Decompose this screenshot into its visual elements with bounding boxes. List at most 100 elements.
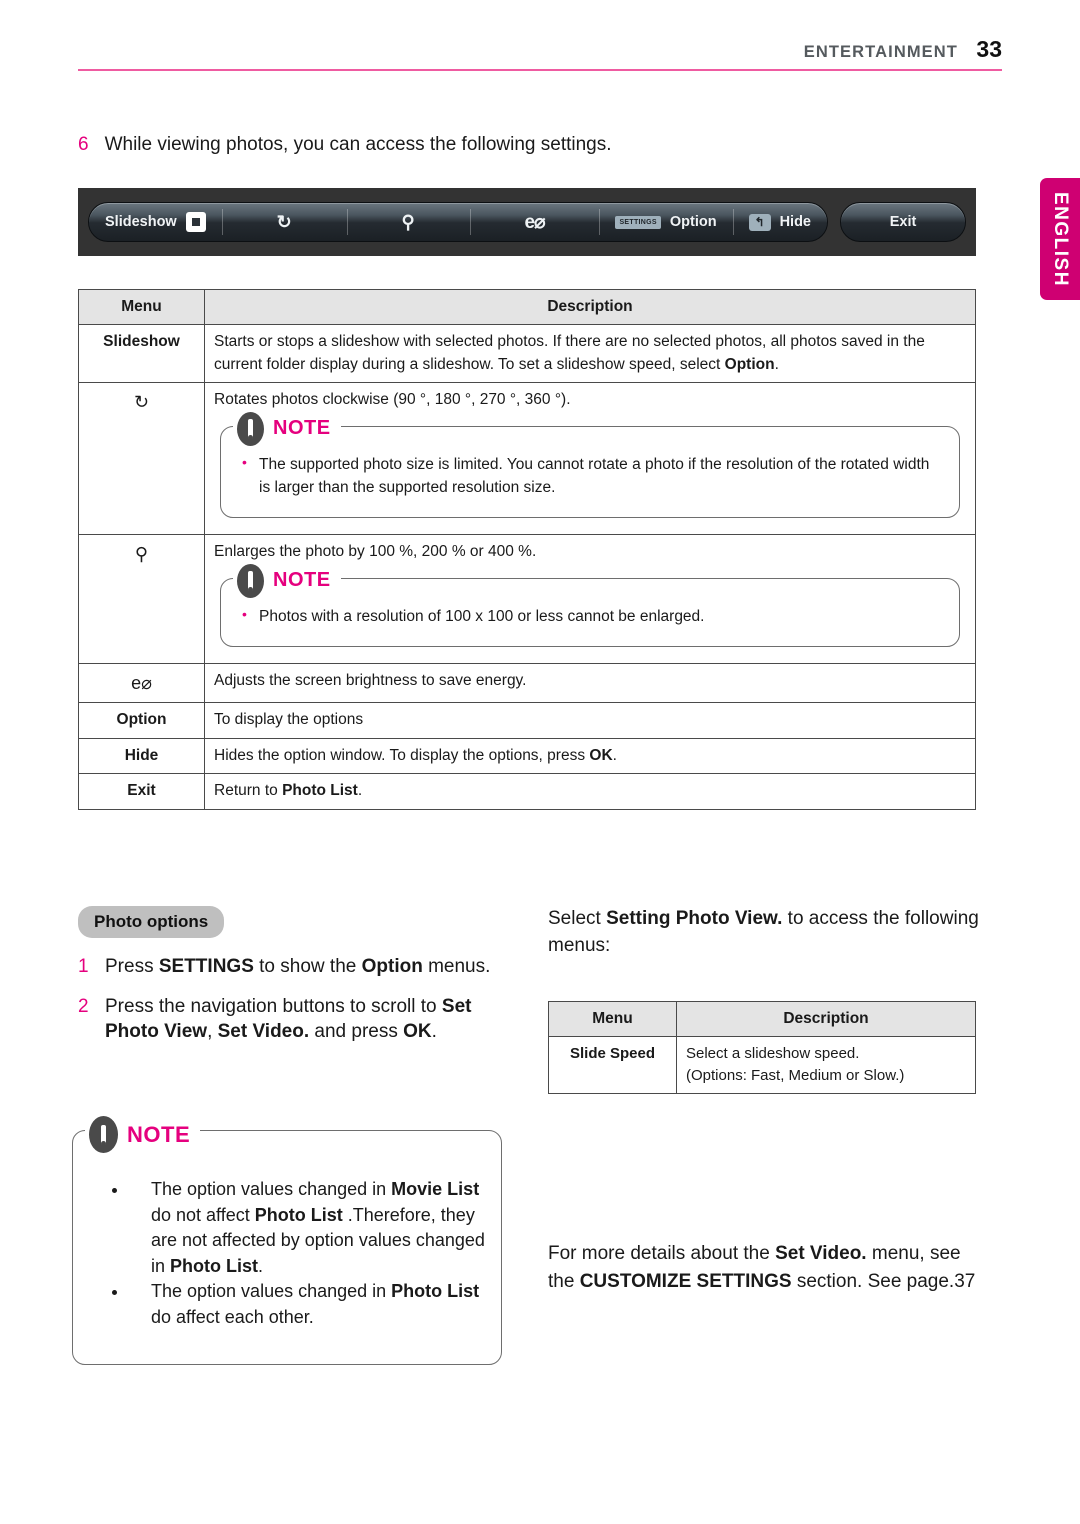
settings-badge-icon: SETTINGS	[615, 215, 661, 229]
side-column-header-menu: Menu	[548, 1000, 677, 1038]
description-cell: Select a slideshow speed. (Options: Fast,…	[676, 1036, 976, 1094]
photo-options-note: NOTE The option values changed in Movie …	[72, 1116, 502, 1366]
description-line: (Options: Fast, Medium or Slow.)	[686, 1067, 905, 1085]
osd-slideshow-label: Slideshow	[105, 214, 177, 230]
description-cell: Return to Photo List.	[204, 773, 976, 810]
description-line: Select a slideshow speed.	[686, 1045, 860, 1063]
step-intro-number: 6	[78, 134, 89, 155]
description-text: To display the options	[214, 711, 364, 729]
table-row: Option To display the options	[78, 702, 976, 739]
osd-energy-saving-button[interactable]: e⌀	[469, 203, 600, 241]
side-table-header-row: Menu Description	[548, 1000, 976, 1038]
description-cell: To display the options	[204, 702, 976, 739]
photo-settings-table: Menu Description Slideshow Starts or stop…	[78, 288, 976, 810]
photo-settings-table-body: Slideshow Starts or stops a slideshow wit…	[78, 324, 976, 810]
column-header-menu: Menu	[78, 288, 205, 326]
osd-exit-button[interactable]: Exit	[841, 203, 965, 241]
exclamation-icon	[237, 563, 264, 598]
step-text: Press the navigation buttons to scroll t…	[105, 995, 472, 1043]
note-bullet-list: The supported photo size is limited. You…	[239, 452, 941, 500]
page-header: ENTERTAINMENT 33	[78, 36, 1002, 82]
osd-toolbar: Slideshow ↻ ⚲ e⌀ SETTINGS Option ↰ Hide …	[78, 188, 976, 256]
note-box: NOTE The supported photo size is limited.…	[220, 411, 960, 519]
language-tab-label: ENGLISH	[1050, 191, 1071, 287]
menu-cell-label: Slide Speed	[548, 1036, 677, 1094]
photo-options-steps: 1 Press SETTINGS to show the Option menus…	[78, 954, 508, 1059]
slide-speed-table-body: Slide Speed Select a slideshow speed. (Opt…	[548, 1036, 976, 1094]
osd-exit-label: Exit	[889, 214, 917, 230]
step-number: 1	[78, 956, 89, 977]
note-title: NOTE	[273, 569, 331, 592]
osd-zoom-button[interactable]: ⚲	[346, 203, 470, 241]
step-number: 2	[78, 995, 89, 1017]
table-row: Exit Return to Photo List.	[78, 773, 976, 810]
menu-cell-label: Option	[78, 702, 205, 739]
osd-hide-button[interactable]: ↰ Hide	[732, 203, 827, 241]
menu-cell-label: Hide	[78, 737, 205, 775]
osd-hide-label: Hide	[779, 214, 811, 230]
description-cell: Rotates photos clockwise (90 °, 180 °, 2…	[204, 382, 976, 536]
table-row: Slide Speed Select a slideshow speed. (Opt…	[548, 1036, 976, 1094]
note-header: NOTE	[85, 1116, 201, 1153]
energy-saving-icon: e⌀	[78, 663, 205, 704]
note-bullet-item: The option values changed in Movie List …	[129, 1177, 485, 1279]
note-title: NOTE	[127, 1121, 191, 1147]
description-text: Adjusts the screen brightness to save en…	[214, 672, 527, 690]
description-cell: Hides the option window. To display the …	[204, 737, 976, 775]
description-text: Return to Photo List.	[214, 782, 363, 800]
description-cell: Enlarges the photo by 100 %, 200 % or 40…	[204, 534, 976, 665]
description-text: Starts or stops a slideshow with selecte…	[214, 333, 925, 373]
osd-slideshow-button[interactable]: Slideshow	[89, 203, 222, 241]
description-text: Enlarges the photo by 100 %, 200 % or 40…	[214, 543, 537, 561]
column-header-description: Description	[204, 288, 976, 326]
photo-options-heading: Photo options	[78, 906, 225, 938]
photo-options-step: 1 Press SETTINGS to show the Option menus…	[78, 954, 508, 980]
setting-photo-view-intro: Select Setting Photo View. to access the…	[548, 908, 979, 956]
note-bullet-item: The supported photo size is limited. You…	[239, 452, 941, 500]
energy-saving-icon: e⌀	[524, 211, 546, 233]
header-divider	[78, 69, 1002, 71]
table-row: Hide Hides the option window. To display …	[78, 737, 976, 775]
note-bullet-list: The option values changed in Movie List …	[89, 1177, 485, 1330]
osd-rotate-button[interactable]: ↻	[221, 203, 347, 241]
back-arrow-badge-icon: ↰	[748, 213, 771, 231]
table-row: Slideshow Starts or stops a slideshow wit…	[78, 324, 976, 384]
exclamation-icon	[237, 411, 264, 446]
photo-options-step: 2 Press the navigation buttons to scroll …	[78, 994, 508, 1045]
description-text: Hides the option window. To display the …	[214, 746, 617, 764]
header-section-title: ENTERTAINMENT	[803, 43, 958, 61]
note-box: NOTE Photos with a resolution of 100 x 10…	[220, 563, 960, 648]
note-header: NOTE	[233, 563, 341, 598]
slide-speed-table-wrapper: Menu Description Slide Speed Select a sli…	[548, 1000, 976, 1094]
description-cell: Starts or stops a slideshow with selecte…	[204, 324, 976, 384]
table-header-row: Menu Description	[78, 288, 976, 326]
exclamation-icon	[89, 1116, 118, 1153]
menu-cell-label: Exit	[78, 773, 205, 810]
photo-settings-table-wrapper: Menu Description Slideshow Starts or stop…	[78, 288, 976, 810]
step-text: Press SETTINGS to show the Option menus.	[105, 956, 491, 977]
osd-option-label: Option	[669, 214, 717, 230]
customize-settings-reference: For more details about the Set Video. me…	[548, 1243, 976, 1292]
rotate-clockwise-icon: ↻	[276, 212, 292, 232]
step-intro: 6 While viewing photos, you can access t…	[78, 134, 612, 156]
note-title: NOTE	[273, 417, 331, 440]
side-column-header-description: Description	[676, 1000, 976, 1038]
rotate-clockwise-icon: ↻	[78, 382, 205, 536]
osd-exit-group[interactable]: Exit	[840, 202, 966, 242]
menu-cell-label: Slideshow	[78, 324, 205, 384]
note-bullet-item: The option values changed in Photo List …	[129, 1279, 485, 1330]
magnifier-zoom-icon: ⚲	[78, 534, 205, 665]
note-header: NOTE	[233, 411, 341, 446]
description-cell: Adjusts the screen brightness to save en…	[204, 663, 976, 704]
table-row: ↻ Rotates photos clockwise (90 °, 180 °, …	[78, 382, 976, 536]
table-row: e⌀ Adjusts the screen brightness to save …	[78, 663, 976, 704]
step-intro-text: While viewing photos, you can access the…	[104, 134, 612, 155]
description-text: Rotates photos clockwise (90 °, 180 °, 2…	[214, 391, 571, 409]
note-bullet-item: Photos with a resolution of 100 x 100 or…	[239, 604, 941, 628]
table-row: ⚲ Enlarges the photo by 100 %, 200 % or 4…	[78, 534, 976, 665]
osd-option-button[interactable]: SETTINGS Option	[599, 203, 732, 241]
slide-speed-table: Menu Description Slide Speed Select a sli…	[548, 1000, 976, 1094]
stop-square-icon	[185, 212, 206, 232]
note-bullet-list: Photos with a resolution of 100 x 100 or…	[239, 604, 941, 628]
osd-button-group: Slideshow ↻ ⚲ e⌀ SETTINGS Option ↰ Hide	[88, 202, 828, 242]
